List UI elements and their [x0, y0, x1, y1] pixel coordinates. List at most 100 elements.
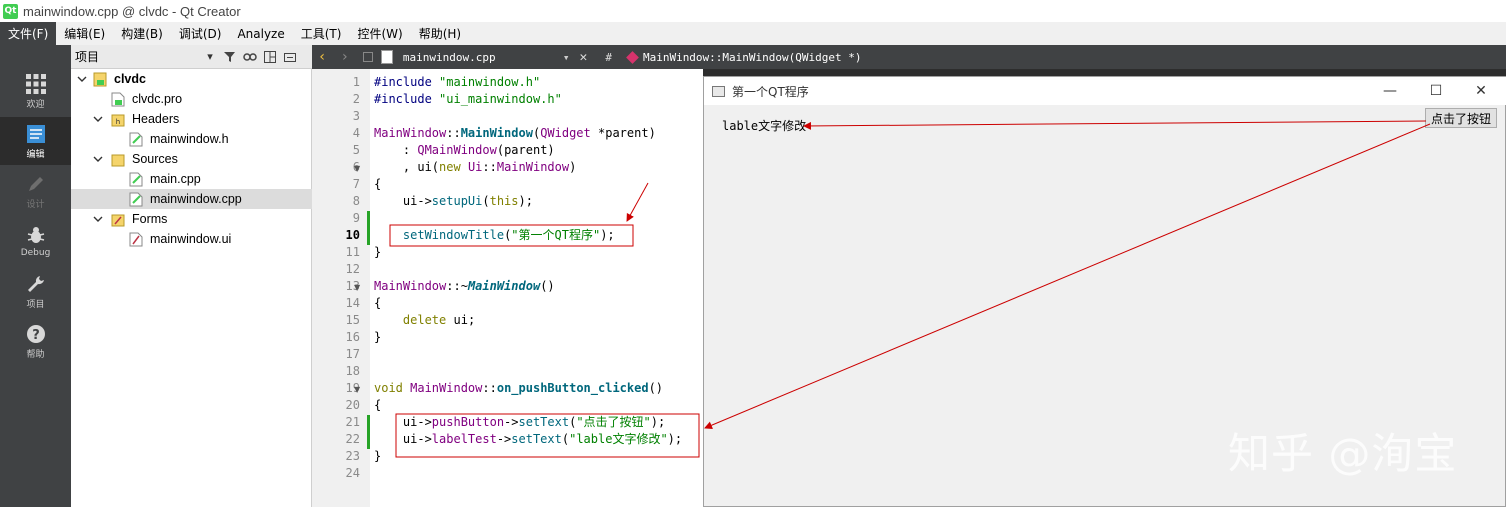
- line-number: 1: [352, 75, 360, 89]
- project-panel-toolbar: 项目 ▾: [71, 45, 312, 69]
- method-icon: [626, 50, 639, 64]
- cpp-file-icon: [129, 192, 143, 206]
- fold-marker-icon[interactable]: ▼: [354, 164, 360, 173]
- tree-item-label: Forms: [132, 212, 168, 226]
- menu-debug[interactable]: 调试(D): [171, 22, 230, 45]
- line-number: 10: [345, 228, 360, 242]
- project-icon: [93, 72, 107, 86]
- window-title-bar: Qt mainwindow.cpp @ clvdc - Qt Creator: [0, 0, 1506, 22]
- mode-edit[interactable]: 编辑: [0, 117, 71, 165]
- mode-label: 欢迎: [26, 99, 45, 110]
- tree-item-forms[interactable]: Forms: [71, 209, 312, 229]
- code-line-10: setWindowTitle("第一个QT程序");: [402, 228, 615, 242]
- code-editor[interactable]: #include "mainwindow.h" #include "ui_mai…: [370, 69, 703, 507]
- close-icon[interactable]: ✕: [1471, 81, 1491, 101]
- line-number: 11: [345, 245, 360, 259]
- code-line-19: void MainWindow::on_pushButton_clicked(): [374, 381, 664, 395]
- dropdown-arrow-icon[interactable]: ▾: [563, 51, 570, 64]
- mode-label: Debug: [20, 248, 51, 258]
- tree-item-main-cpp[interactable]: main.cpp: [71, 169, 312, 189]
- mode-help[interactable]: ? 帮助: [0, 317, 71, 365]
- tree-item-label: mainwindow.h: [150, 132, 229, 146]
- line-number: 3: [352, 109, 360, 123]
- code-line-15: delete ui;: [402, 313, 476, 327]
- qt-logo-icon: Qt: [3, 3, 18, 19]
- line-number: 12: [345, 262, 360, 276]
- line-number: 17: [345, 347, 360, 361]
- mode-welcome[interactable]: 欢迎: [0, 67, 71, 115]
- code-line-7: {: [374, 177, 382, 191]
- tree-item-mainwindow-ui[interactable]: mainwindow.ui: [71, 229, 312, 249]
- tree-item-clvdc-pro[interactable]: clvdc.pro: [71, 89, 312, 109]
- mode-label: 项目: [26, 299, 45, 310]
- close-pane-icon[interactable]: [280, 47, 300, 67]
- header-file-icon: [129, 132, 143, 146]
- menu-build[interactable]: 构建(B): [113, 22, 171, 45]
- symbol-selector[interactable]: MainWindow::MainWindow(QWidget *): [643, 51, 862, 64]
- tree-item-label: Sources: [132, 152, 178, 166]
- tree-item-label: mainwindow.ui: [150, 232, 232, 246]
- code-line-11: }: [374, 245, 382, 259]
- line-number: 20: [345, 398, 360, 412]
- tree-item-sources[interactable]: Sources: [71, 149, 312, 169]
- symbol-hash[interactable]: #: [605, 51, 612, 64]
- mode-selector: 欢迎 编辑 设计 Debug 项目 ? 帮助: [0, 45, 71, 507]
- fold-marker-icon[interactable]: ▼: [354, 385, 360, 394]
- tree-item-headers[interactable]: h Headers: [71, 109, 312, 129]
- menu-widgets[interactable]: 控件(W): [349, 22, 410, 45]
- line-number: 7: [352, 177, 360, 191]
- lock-icon[interactable]: [362, 52, 373, 62]
- dropdown-arrow-icon[interactable]: ▾: [200, 47, 220, 67]
- svg-text:h: h: [116, 118, 120, 126]
- close-file-icon[interactable]: ✕: [580, 50, 588, 65]
- tree-item-mainwindow-cpp[interactable]: mainwindow.cpp: [71, 189, 312, 209]
- file-selector[interactable]: mainwindow.cpp: [403, 51, 563, 64]
- code-line-8: ui->setupUi(this);: [374, 194, 533, 208]
- menu-file[interactable]: 文件(F): [0, 22, 57, 45]
- code-line-21: ui->pushButton->setText("点击了按钮");: [374, 415, 666, 429]
- code-line-14: {: [374, 296, 382, 310]
- menu-tools[interactable]: 工具(T): [293, 22, 350, 45]
- menu-edit[interactable]: 编辑(E): [56, 22, 113, 45]
- fold-marker-icon[interactable]: ▼: [354, 283, 360, 292]
- line-number: 18: [345, 364, 360, 378]
- minimize-icon[interactable]: —: [1380, 81, 1400, 101]
- code-line-13: MainWindow::~MainWindow(): [374, 279, 555, 293]
- menu-analyze[interactable]: Analyze: [229, 22, 292, 45]
- wrench-icon: [25, 273, 47, 295]
- mode-label: 帮助: [26, 349, 45, 360]
- maximize-icon[interactable]: ☐: [1426, 81, 1446, 101]
- mode-design[interactable]: 设计: [0, 167, 71, 215]
- filter-icon[interactable]: [220, 47, 240, 67]
- line-number: 23: [345, 449, 360, 463]
- ui-file-icon: [129, 232, 143, 246]
- tree-item-mainwindow-h[interactable]: mainwindow.h: [71, 129, 312, 149]
- code-line-20: {: [374, 398, 382, 412]
- tree-item-clvdc[interactable]: clvdc: [71, 69, 312, 89]
- chevron-down-icon[interactable]: [93, 114, 103, 124]
- line-number: 14: [345, 296, 360, 310]
- mode-debug[interactable]: Debug: [0, 217, 71, 265]
- line-number: 8: [352, 194, 360, 208]
- file-icon: [380, 50, 393, 64]
- window-icon: [712, 85, 725, 97]
- chevron-down-icon[interactable]: [93, 214, 103, 224]
- mode-projects[interactable]: 项目: [0, 267, 71, 315]
- back-arrow-icon[interactable]: ‹: [318, 49, 326, 65]
- tree-item-label: main.cpp: [150, 172, 201, 186]
- push-button[interactable]: 点击了按钮: [1425, 108, 1497, 128]
- tree-item-label: mainwindow.cpp: [150, 192, 242, 206]
- mode-label: 设计: [26, 199, 45, 210]
- forward-arrow-icon[interactable]: ›: [340, 49, 348, 65]
- chevron-down-icon[interactable]: [77, 74, 87, 84]
- project-view-selector[interactable]: 项目: [75, 48, 200, 65]
- source-folder-icon: [111, 154, 125, 166]
- chevron-down-icon[interactable]: [93, 154, 103, 164]
- app-window-title: 第一个QT程序: [732, 84, 809, 99]
- cpp-file-icon: [129, 172, 143, 186]
- forms-folder-icon: [111, 214, 125, 226]
- split-icon[interactable]: [260, 47, 280, 67]
- mode-label: 编辑: [26, 149, 45, 160]
- menu-help[interactable]: 帮助(H): [411, 22, 469, 45]
- link-icon[interactable]: [240, 47, 260, 67]
